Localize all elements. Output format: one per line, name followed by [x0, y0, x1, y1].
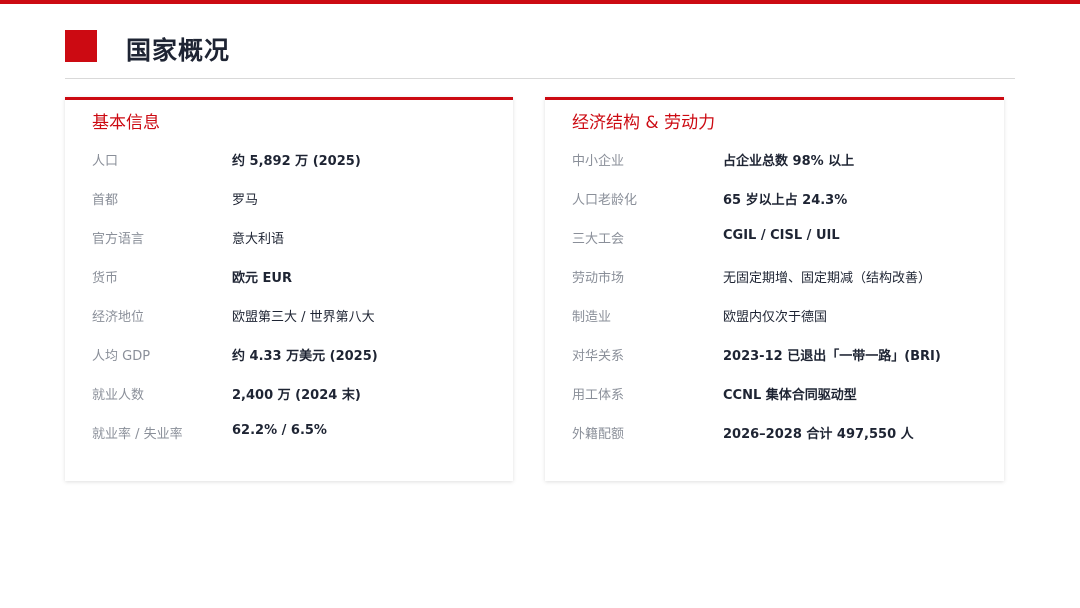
econ-row-aging: 人口老龄化 65 岁以上占 24.3%: [572, 189, 994, 209]
row-value: 65 岁以上占 24.3%: [723, 193, 848, 208]
row-label: 对华关系: [572, 349, 625, 364]
row-label: 官方语言: [92, 232, 145, 247]
row-value: 占企业总数 98% 以上: [723, 154, 855, 169]
row-label: 三大工会: [572, 232, 625, 247]
info-row-gdp-per-capita: 人均 GDP 约 4.33 万美元 (2025): [92, 345, 503, 365]
info-row-capital: 首都 罗马: [92, 189, 503, 209]
row-label: 劳动市场: [572, 271, 625, 286]
row-value: CGIL / CISL / UIL: [723, 228, 840, 243]
info-row-employed: 就业人数 2,400 万 (2024 末): [92, 384, 503, 404]
row-value: 约 5,892 万 (2025): [232, 154, 361, 169]
row-value: 罗马: [232, 193, 259, 208]
row-value: 约 4.33 万美元 (2025): [232, 349, 378, 364]
econ-row-manufacturing: 制造业 欧盟内仅次于德国: [572, 306, 994, 326]
row-label: 就业率 / 失业率: [92, 427, 183, 442]
info-row-currency: 货币 欧元 EUR: [92, 267, 503, 287]
info-row-language: 官方语言 意大利语: [92, 228, 503, 248]
row-label: 人均 GDP: [92, 349, 151, 364]
row-value: 欧盟第三大 / 世界第八大: [232, 310, 375, 325]
info-row-economic-rank: 经济地位 欧盟第三大 / 世界第八大: [92, 306, 503, 326]
row-label: 货币: [92, 271, 119, 286]
row-label: 就业人数: [92, 388, 145, 403]
row-label: 制造业: [572, 310, 612, 325]
basic-info-heading: 基本信息: [92, 113, 160, 133]
economy-labor-heading: 经济结构 & 劳动力: [572, 113, 716, 133]
row-label: 首都: [92, 193, 119, 208]
top-accent-bar: [0, 0, 1080, 4]
row-label: 外籍配额: [572, 427, 625, 442]
row-label: 人口: [92, 154, 119, 169]
row-label: 人口老龄化: [572, 193, 638, 208]
econ-row-foreign-quota: 外籍配额 2026–2028 合计 497,550 人: [572, 423, 994, 443]
basic-info-card: 基本信息 人口 约 5,892 万 (2025) 首都 罗马 官方语言 意大利语…: [65, 97, 513, 481]
title-divider: [65, 78, 1015, 79]
row-label: 中小企业: [572, 154, 625, 169]
row-value: 62.2% / 6.5%: [232, 423, 327, 438]
econ-row-unions: 三大工会 CGIL / CISL / UIL: [572, 228, 994, 248]
info-row-population: 人口 约 5,892 万 (2025): [92, 150, 503, 170]
row-value: 欧元 EUR: [232, 271, 292, 286]
row-value: 2,400 万 (2024 末): [232, 388, 361, 403]
row-value: CCNL 集体合同驱动型: [723, 388, 857, 403]
title-accent-square: [65, 30, 97, 62]
econ-row-employment-system: 用工体系 CCNL 集体合同驱动型: [572, 384, 994, 404]
econ-row-sme: 中小企业 占企业总数 98% 以上: [572, 150, 994, 170]
economy-labor-card: 经济结构 & 劳动力 中小企业 占企业总数 98% 以上 人口老龄化 65 岁以…: [545, 97, 1004, 481]
info-row-employment-rate: 就业率 / 失业率 62.2% / 6.5%: [92, 423, 503, 443]
row-value: 2023-12 已退出「一带一路」(BRI): [723, 349, 941, 364]
page-title: 国家概况: [126, 36, 231, 65]
row-value: 无固定期增、固定期减（结构改善）: [723, 271, 932, 286]
row-label: 用工体系: [572, 388, 625, 403]
econ-row-labor-market: 劳动市场 无固定期增、固定期减（结构改善）: [572, 267, 994, 287]
econ-row-china-relations: 对华关系 2023-12 已退出「一带一路」(BRI): [572, 345, 994, 365]
row-value: 欧盟内仅次于德国: [723, 310, 828, 325]
row-value: 2026–2028 合计 497,550 人: [723, 427, 914, 442]
row-value: 意大利语: [232, 232, 285, 247]
row-label: 经济地位: [92, 310, 145, 325]
